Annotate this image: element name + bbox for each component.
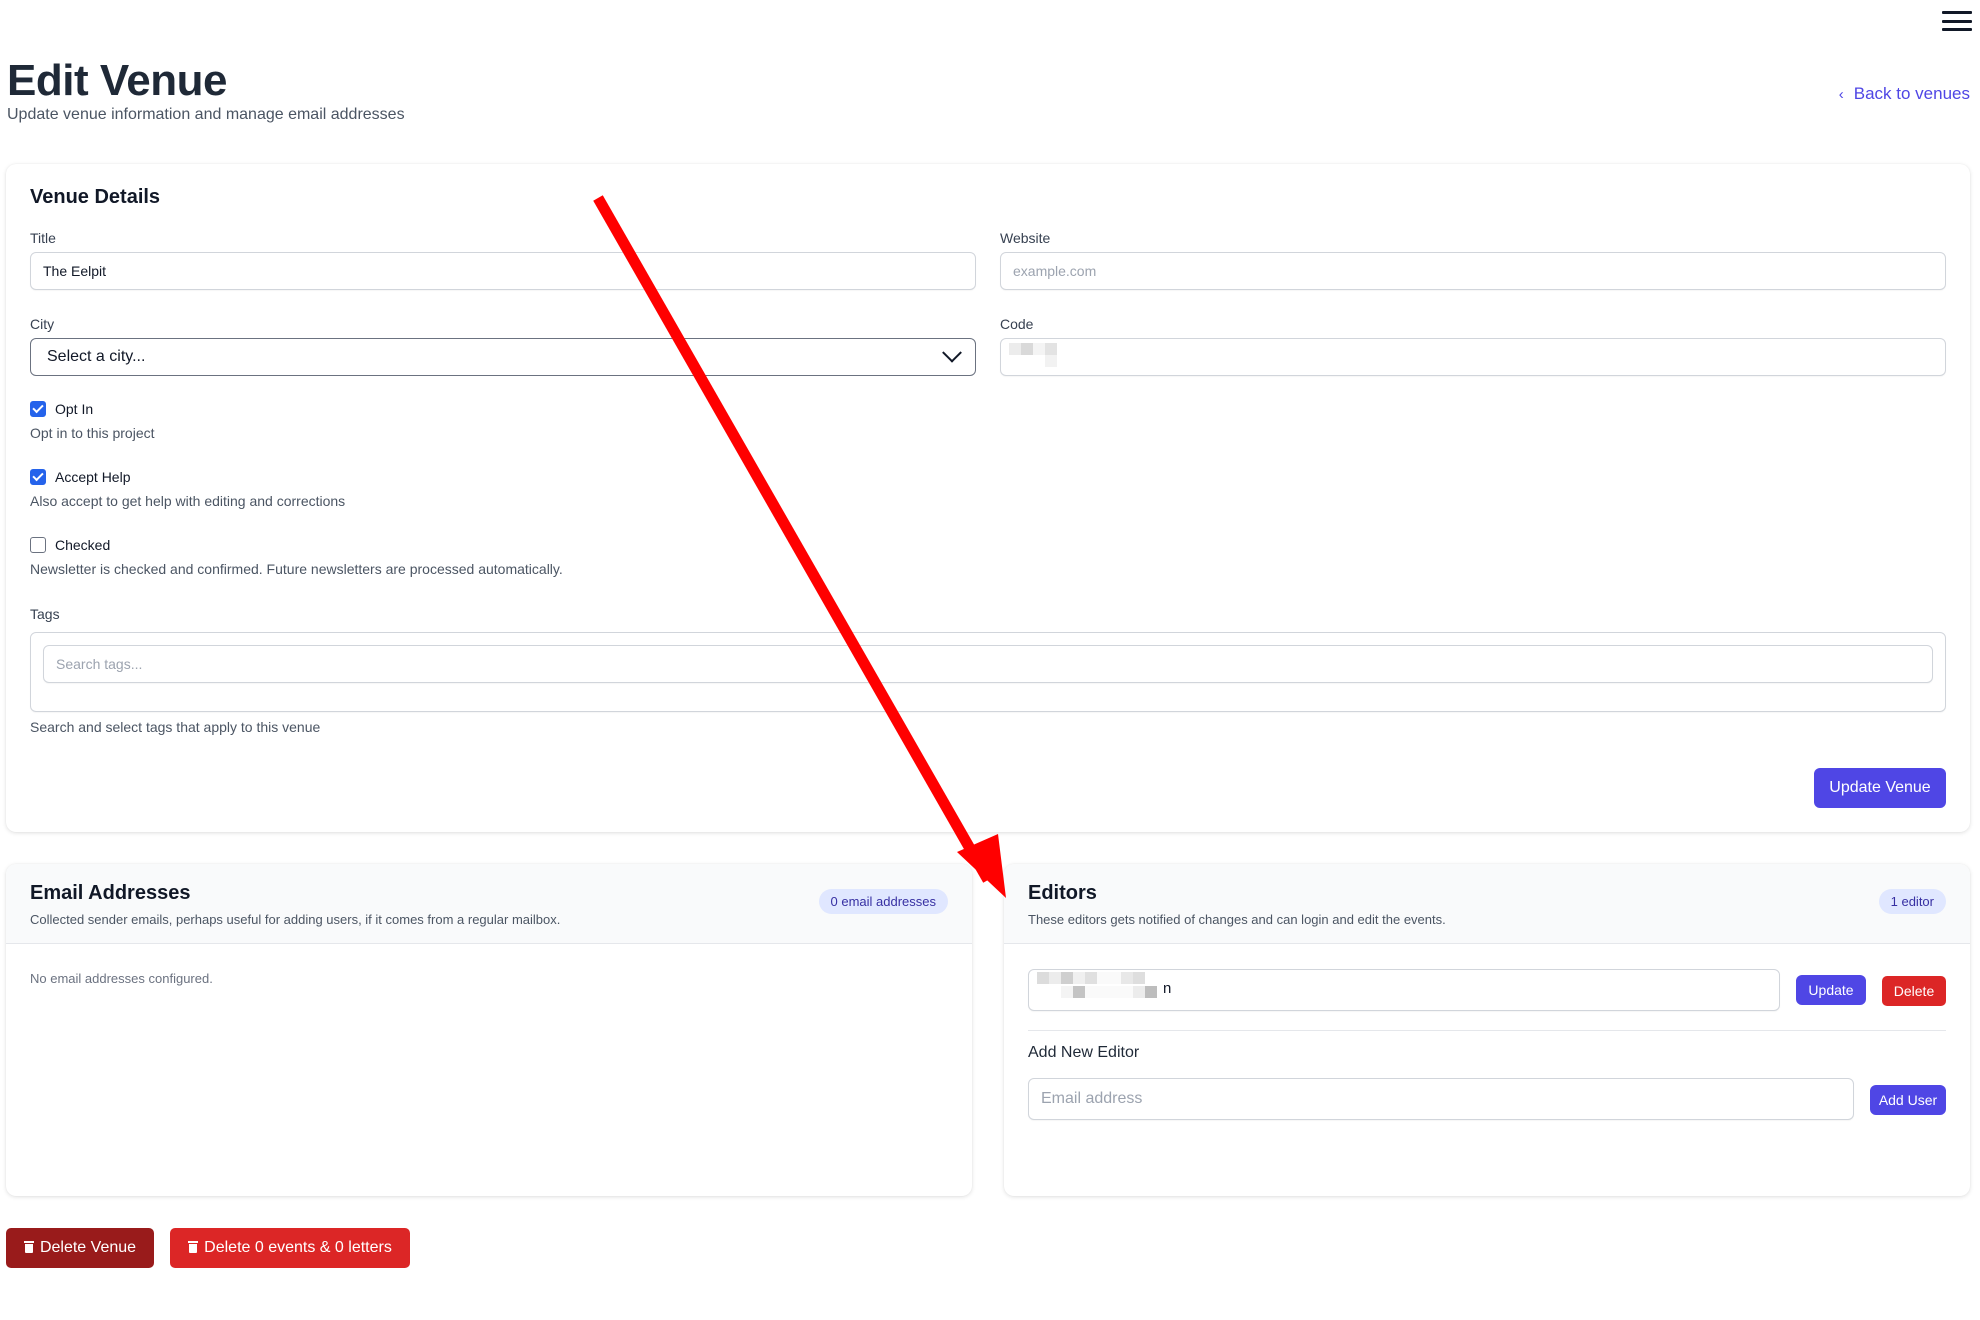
chevron-down-icon xyxy=(942,342,962,363)
accept-help-label: Accept Help xyxy=(55,469,131,485)
editor-email-visible-tail: n xyxy=(1163,980,1172,997)
editors-title: Editors xyxy=(1028,882,1097,904)
code-input[interactable] xyxy=(1000,338,1946,376)
city-label: City xyxy=(30,316,55,332)
title-label: Title xyxy=(30,230,56,246)
email-addresses-card: Email Addresses Collected sender emails,… xyxy=(6,864,972,1196)
tags-label: Tags xyxy=(30,606,60,622)
delete-venue-label: Delete Venue xyxy=(39,1239,137,1256)
hamburger-menu-icon[interactable] xyxy=(1940,8,1974,34)
email-count-badge: 0 email addresses xyxy=(818,889,948,914)
page-title: Edit Venue xyxy=(7,56,227,105)
checked-label: Checked xyxy=(55,537,111,553)
website-label: Website xyxy=(1000,230,1051,246)
back-link-label: Back to venues xyxy=(1853,84,1970,103)
delete-venue-button[interactable]: Delete Venue xyxy=(6,1228,154,1268)
update-venue-button[interactable]: Update Venue xyxy=(1814,768,1946,808)
trash-icon xyxy=(188,1241,199,1253)
redacted-code-value xyxy=(1009,343,1057,355)
new-editor-email-input[interactable] xyxy=(1028,1078,1854,1120)
page-subtitle: Update venue information and manage emai… xyxy=(7,106,405,123)
delete-events-button[interactable]: Delete 0 events & 0 letters xyxy=(170,1228,410,1268)
no-email-addresses-text: No email addresses configured. xyxy=(30,971,213,986)
tags-help: Search and select tags that apply to thi… xyxy=(30,719,321,735)
editor-email-input[interactable]: n xyxy=(1028,969,1780,1011)
checked-row: Checked xyxy=(30,537,110,553)
editors-card: Editors These editors gets notified of c… xyxy=(1004,864,1970,1196)
editors-subtitle: These editors gets notified of changes a… xyxy=(1028,912,1446,927)
website-input[interactable] xyxy=(1000,252,1946,290)
opt-in-checkbox[interactable] xyxy=(30,401,46,417)
add-user-button[interactable]: Add User xyxy=(1870,1085,1946,1115)
accept-help-help: Also accept to get help with editing and… xyxy=(30,493,346,509)
email-addresses-title: Email Addresses xyxy=(30,882,191,904)
code-label: Code xyxy=(1000,316,1034,332)
chevron-left-icon: ‹ xyxy=(1838,85,1844,103)
email-addresses-header: Email Addresses Collected sender emails,… xyxy=(6,864,972,944)
redacted-editor-email xyxy=(1037,972,1145,984)
venue-details-title: Venue Details xyxy=(30,186,161,208)
opt-in-help: Opt in to this project xyxy=(30,425,155,441)
accept-help-checkbox[interactable] xyxy=(30,469,46,485)
delete-editor-button[interactable]: Delete xyxy=(1882,976,1946,1006)
editor-count-badge: 1 editor xyxy=(1878,889,1946,914)
accept-help-row: Accept Help xyxy=(30,469,130,485)
update-editor-button[interactable]: Update xyxy=(1796,975,1866,1005)
tags-search-input[interactable] xyxy=(43,645,1933,683)
add-new-editor-title: Add New Editor xyxy=(1028,1044,1140,1061)
city-select-value: Select a city... xyxy=(47,348,146,365)
opt-in-label: Opt In xyxy=(55,401,94,417)
city-select[interactable]: Select a city... xyxy=(30,338,976,376)
email-addresses-subtitle: Collected sender emails, perhaps useful … xyxy=(30,912,561,927)
editors-header: Editors These editors gets notified of c… xyxy=(1004,864,1970,944)
checked-checkbox[interactable] xyxy=(30,537,46,553)
back-to-venues-link[interactable]: ‹ Back to venues xyxy=(1839,84,1970,104)
title-input[interactable] xyxy=(30,252,976,290)
delete-events-label: Delete 0 events & 0 letters xyxy=(204,1239,392,1256)
venue-details-card: Venue Details Title Website City Select … xyxy=(6,164,1970,832)
tags-container xyxy=(30,632,1946,712)
checked-help: Newsletter is checked and confirmed. Fut… xyxy=(30,561,563,577)
opt-in-row: Opt In xyxy=(30,401,93,417)
trash-icon xyxy=(23,1241,34,1253)
editor-divider xyxy=(1028,1030,1946,1031)
